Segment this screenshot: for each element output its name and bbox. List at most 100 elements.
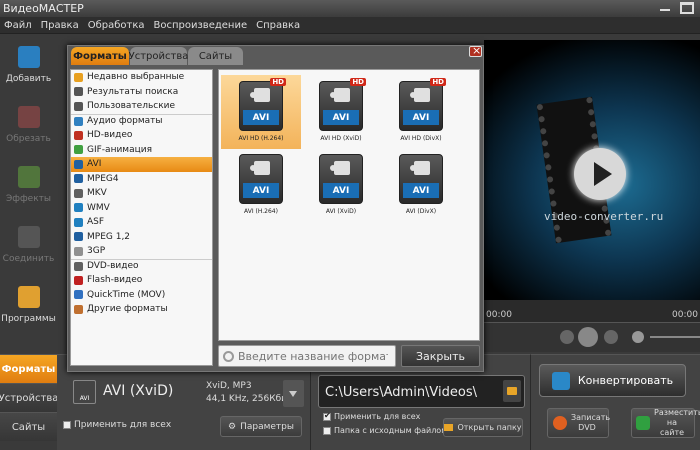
- hd-badge: HD: [270, 78, 286, 86]
- format-badge: AVI: [323, 183, 359, 198]
- format-category-label: DVD-видео: [87, 261, 139, 272]
- avi-camera-icon: AVI: [239, 154, 283, 204]
- close-button[interactable]: Закрыть: [401, 345, 480, 367]
- sidebar-item-2[interactable]: Эффекты: [0, 154, 57, 214]
- format-codec: XviD, MP3: [206, 381, 252, 391]
- volume-icon[interactable]: [632, 331, 644, 343]
- publish-button[interactable]: Разместить на сайте: [631, 408, 700, 438]
- format-tile[interactable]: AVI HD AVI HD (DivX): [381, 75, 461, 149]
- open-folder-button[interactable]: Открыть папку: [443, 418, 523, 437]
- sidebar-item-1[interactable]: Обрезать: [0, 94, 57, 154]
- timeline[interactable]: [484, 300, 700, 322]
- format-category-item[interactable]: MPEG 1,2: [71, 230, 212, 245]
- preview-site: video-converter.ru: [544, 210, 664, 223]
- convert-button[interactable]: Конвертировать: [539, 364, 686, 397]
- dialog-close-icon[interactable]: [469, 44, 482, 57]
- minimize-button[interactable]: [658, 2, 672, 14]
- window-controls: [658, 2, 694, 14]
- audio-icon: [74, 116, 83, 126]
- format-category-item[interactable]: Другие форматы: [71, 302, 212, 317]
- camera-icon: [410, 88, 430, 102]
- format-category-label: Другие форматы: [87, 304, 168, 315]
- play-button[interactable]: [578, 327, 598, 347]
- sidebar-item-4[interactable]: Программы: [0, 274, 57, 334]
- format-category-item[interactable]: AVI: [71, 157, 212, 172]
- time-current: 00:00: [486, 310, 512, 320]
- format-category-item[interactable]: ASF: [71, 215, 212, 230]
- apply-all-output-checkbox[interactable]: [323, 411, 331, 421]
- convert-label: Конвертировать: [577, 374, 674, 387]
- format-badge: AVI: [243, 110, 279, 125]
- next-frame-icon[interactable]: [604, 330, 618, 344]
- dialog-tab-formats[interactable]: Форматы: [71, 47, 129, 65]
- format-category-label: MPEG4: [87, 173, 119, 184]
- format-tile[interactable]: AVI HD AVI HD (H.264): [221, 75, 301, 149]
- wmv-icon: [74, 203, 83, 213]
- format-category-item[interactable]: GIF-анимация: [71, 143, 212, 158]
- other-formats-icon: [74, 304, 83, 314]
- menu-process[interactable]: Обработка: [88, 20, 145, 31]
- dialog-tab-sites[interactable]: Сайты: [188, 47, 243, 65]
- format-dropdown-button[interactable]: [283, 380, 304, 407]
- dialog-tab-devices[interactable]: Устройства: [129, 47, 188, 65]
- sidebar-item-0[interactable]: Добавить: [0, 34, 57, 94]
- folder-icon[interactable]: [503, 380, 521, 402]
- search-icon: [223, 350, 234, 362]
- format-grid: AVI HD AVI HD (H.264) AVI HD AVI HD (XviD) AVI…: [218, 69, 480, 341]
- format-category-item[interactable]: 3GP: [71, 244, 212, 259]
- prev-frame-icon[interactable]: [560, 330, 574, 344]
- format-tile-label: AVI (H.264): [244, 208, 278, 215]
- menu-playback[interactable]: Воспроизведение: [154, 20, 248, 31]
- format-category-item[interactable]: MKV: [71, 186, 212, 201]
- format-category-item[interactable]: QuickTime (MOV): [71, 288, 212, 303]
- format-icon: AVI: [73, 380, 96, 404]
- menu-file[interactable]: Файл: [4, 20, 32, 31]
- tab-devices[interactable]: Устройства: [0, 383, 58, 412]
- format-category-item[interactable]: Аудио форматы: [71, 113, 212, 129]
- cut-icon: [17, 106, 40, 128]
- format-tile[interactable]: AVI AVI (XviD): [301, 148, 381, 222]
- gif-icon: [74, 145, 83, 155]
- format-tile[interactable]: AVI AVI (DivX): [381, 148, 461, 222]
- menu-edit[interactable]: Правка: [41, 20, 79, 31]
- format-category-item[interactable]: Пользовательские: [71, 99, 212, 114]
- format-tile[interactable]: AVI AVI (H.264): [221, 148, 301, 222]
- format-category-item[interactable]: Flash-видео: [71, 273, 212, 288]
- tab-formats[interactable]: Форматы: [0, 354, 57, 383]
- format-category-label: AVI: [87, 159, 102, 170]
- format-name[interactable]: AVI (XviD): [103, 383, 173, 399]
- 3gp-icon: [74, 246, 83, 256]
- format-category-item[interactable]: MPEG4: [71, 172, 212, 187]
- format-category-label: ASF: [87, 217, 105, 228]
- tab-sites[interactable]: Сайты: [0, 412, 57, 441]
- format-tile[interactable]: AVI HD AVI HD (XviD): [301, 75, 381, 149]
- format-category-label: Аудио форматы: [87, 116, 163, 127]
- play-icon[interactable]: [574, 148, 626, 200]
- format-category-item[interactable]: DVD-видео: [71, 258, 212, 274]
- format-search: [218, 345, 396, 367]
- sidebar-item-label: Программы: [1, 314, 56, 324]
- apply-all-format-checkbox[interactable]: [63, 421, 71, 429]
- format-category-item[interactable]: WMV: [71, 201, 212, 216]
- left-tabs: Форматы Устройства Сайты: [0, 354, 58, 441]
- camera-icon: [250, 161, 270, 175]
- quicktime-icon: [74, 290, 83, 300]
- format-badge: AVI: [323, 110, 359, 125]
- menu-help[interactable]: Справка: [256, 20, 300, 31]
- star-icon: [74, 72, 83, 82]
- format-search-input[interactable]: [238, 349, 388, 363]
- format-category-item[interactable]: HD-видео: [71, 128, 212, 143]
- camera-icon: [250, 88, 270, 102]
- avi-camera-icon: AVI HD: [239, 78, 286, 131]
- sidebar-item-3[interactable]: Соединить: [0, 214, 57, 274]
- params-button[interactable]: ⚙ Параметры: [220, 416, 302, 437]
- volume-slider[interactable]: [650, 336, 700, 338]
- format-category-item[interactable]: Результаты поиска: [71, 85, 212, 100]
- source-folder-checkbox[interactable]: [323, 427, 331, 435]
- burn-dvd-button[interactable]: Записать DVD: [547, 408, 610, 438]
- output-path[interactable]: C:\Users\Admin\Videos\: [318, 375, 525, 408]
- publish-icon: [636, 416, 650, 430]
- format-category-item[interactable]: Недавно выбранные: [71, 70, 212, 85]
- sidebar-item-label: Добавить: [5, 74, 52, 84]
- maximize-button[interactable]: [680, 2, 694, 14]
